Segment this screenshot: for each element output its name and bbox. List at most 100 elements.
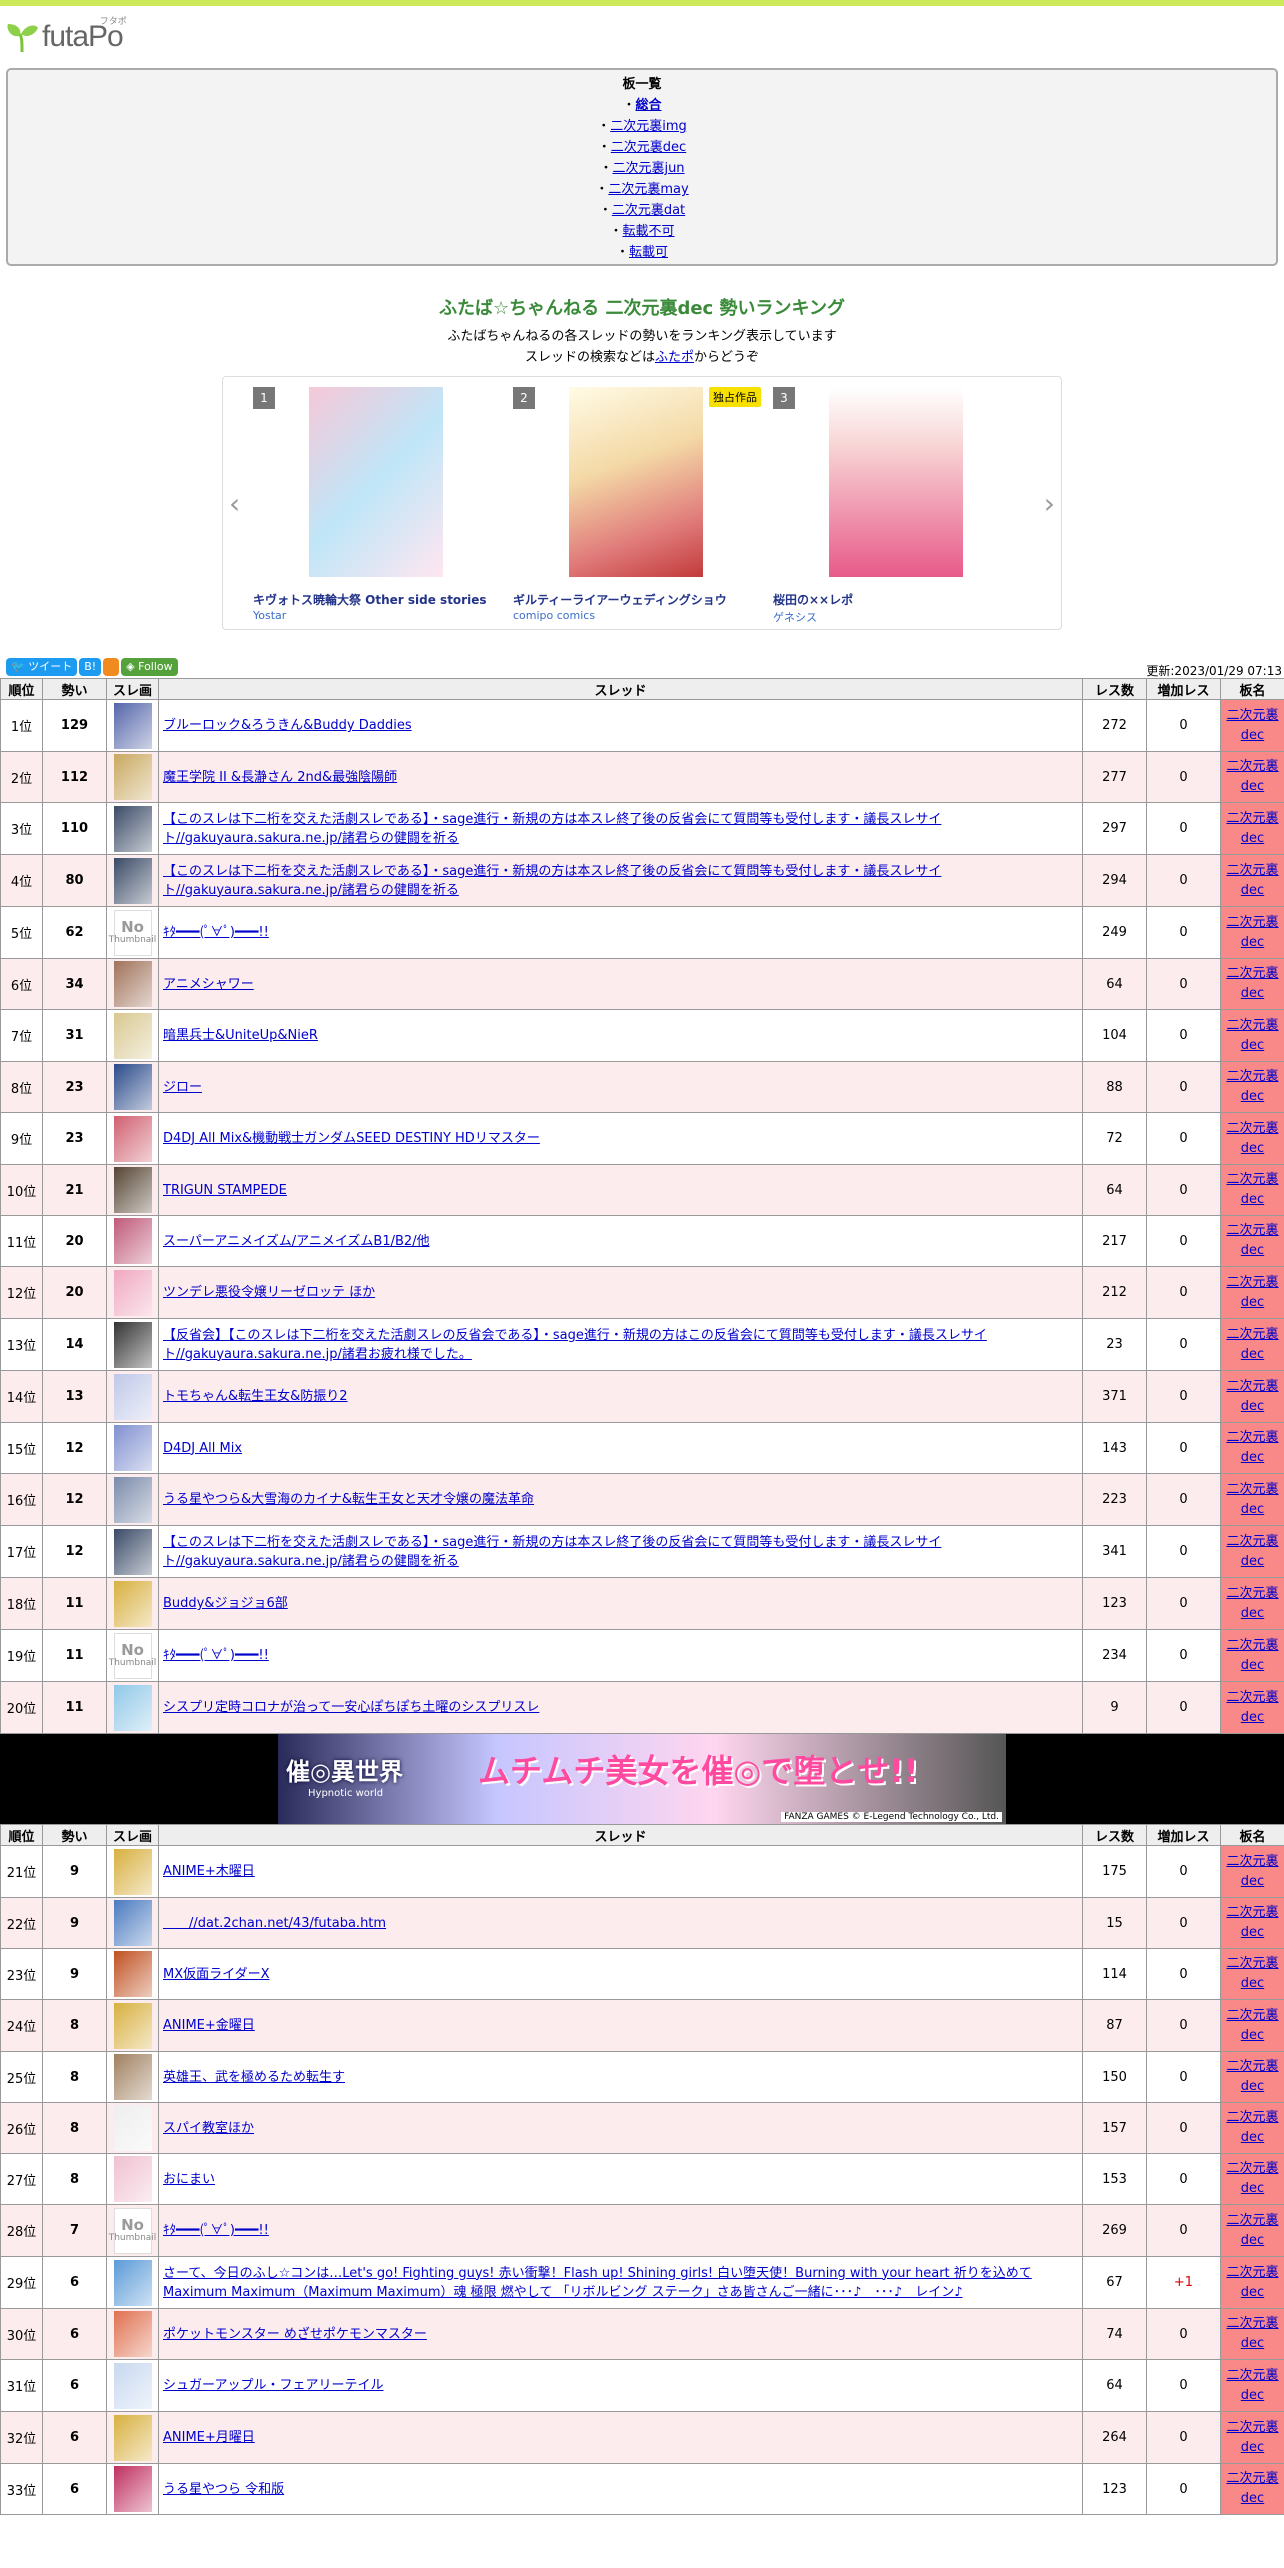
- thread-thumbnail[interactable]: [113, 1373, 152, 1420]
- thread-link[interactable]: 暗黒兵士&UniteUp&NieR: [163, 1028, 318, 1043]
- thumbnail-cell[interactable]: [106, 1422, 159, 1474]
- thread-thumbnail[interactable]: [113, 1321, 152, 1368]
- no-thumbnail-icon[interactable]: No Thumbnail: [109, 1632, 156, 1679]
- thread-thumbnail[interactable]: [113, 1528, 152, 1575]
- thumbnail-cell[interactable]: [106, 958, 159, 1010]
- board-link[interactable]: 二次元裏dec: [1226, 759, 1278, 794]
- thumbnail-cell[interactable]: [106, 1164, 159, 1216]
- thread-link[interactable]: さーて、今日のふし☆コンは…Let's go! Fighting guys! 赤…: [163, 2266, 1032, 2300]
- thread-thumbnail[interactable]: [113, 1580, 152, 1627]
- thread-thumbnail[interactable]: [113, 1848, 152, 1895]
- rss-icon[interactable]: [103, 658, 120, 676]
- thumbnail-cell[interactable]: [106, 1215, 159, 1267]
- board-link[interactable]: 二次元裏dec: [1226, 1275, 1278, 1310]
- board-link[interactable]: 二次元裏dec: [1226, 1121, 1278, 1156]
- thread-thumbnail[interactable]: [113, 2466, 152, 2512]
- thumbnail-cell[interactable]: [106, 1370, 159, 1423]
- board-link[interactable]: 二次元裏dec: [1226, 966, 1278, 1001]
- thread-thumbnail[interactable]: [113, 1167, 152, 1213]
- thumbnail-cell[interactable]: [106, 1681, 159, 1734]
- thumbnail-cell[interactable]: [106, 2359, 159, 2412]
- board-link[interactable]: 転載可: [629, 245, 668, 260]
- thumbnail-cell[interactable]: [106, 2463, 159, 2515]
- thread-thumbnail[interactable]: [113, 2414, 152, 2461]
- board-link[interactable]: 二次元裏img: [610, 119, 687, 134]
- site-logo[interactable]: futaPo フタポ: [0, 6, 1284, 68]
- thumbnail-cell[interactable]: [106, 854, 159, 907]
- board-link[interactable]: 二次元裏dec: [1226, 2161, 1278, 2196]
- thread-link[interactable]: 英雄王、武を極めるため転生す: [163, 2070, 345, 2085]
- thread-thumbnail[interactable]: [113, 1218, 152, 1264]
- thread-link[interactable]: ｷﾀ━━━(ﾟ∀ﾟ)━━━!!: [163, 1648, 269, 1663]
- board-link[interactable]: 二次元裏dec: [1226, 1223, 1278, 1258]
- board-link[interactable]: 二次元裏dec: [1226, 708, 1278, 743]
- thread-link[interactable]: ポケットモンスター めざせポケモンマスター: [163, 2327, 427, 2342]
- thumbnail-cell[interactable]: No Thumbnail: [106, 906, 159, 959]
- thread-link[interactable]: //dat.2chan.net/43/futaba.htm: [163, 1916, 386, 1931]
- thumbnail-cell[interactable]: [106, 2051, 159, 2103]
- thumbnail-cell[interactable]: [106, 2102, 159, 2154]
- board-link[interactable]: 二次元裏dec: [1226, 1018, 1278, 1053]
- thumbnail-cell[interactable]: [106, 1897, 159, 1949]
- thread-link[interactable]: おにまい: [163, 2172, 215, 2187]
- thread-link[interactable]: D4DJ All Mix&機動戦士ガンダムSEED DESTINY HDリマスタ…: [163, 1131, 540, 1146]
- thread-link[interactable]: 魔王学院 II &長瀞さん 2nd&最強陰陽師: [163, 770, 397, 785]
- thumbnail-cell[interactable]: No Thumbnail: [106, 1629, 159, 1682]
- thread-link[interactable]: トモちゃん&転生王女&防振り2: [163, 1389, 348, 1404]
- board-link[interactable]: 二次元裏dat: [612, 203, 685, 218]
- thread-thumbnail[interactable]: [113, 702, 152, 749]
- thread-link[interactable]: アニメシャワー: [163, 977, 254, 992]
- thread-link[interactable]: シュガーアップル・フェアリーテイル: [163, 2378, 383, 2393]
- thread-thumbnail[interactable]: [113, 2054, 152, 2100]
- thread-link[interactable]: ANIME+月曜日: [163, 2430, 255, 2445]
- thumbnail-cell[interactable]: [106, 2308, 159, 2360]
- feedly-follow-button[interactable]: ◈ Follow: [121, 658, 178, 676]
- next-arrow-icon[interactable]: ›: [1044, 487, 1055, 520]
- thread-thumbnail[interactable]: [113, 1900, 152, 1946]
- thumbnail-cell[interactable]: No Thumbnail: [106, 2204, 159, 2257]
- board-link[interactable]: 二次元裏dec: [1226, 1638, 1278, 1673]
- thread-thumbnail[interactable]: [113, 1476, 152, 1523]
- board-link[interactable]: 二次元裏dec: [1226, 2110, 1278, 2145]
- thumbnail-cell[interactable]: [106, 1577, 159, 1630]
- thumbnail-cell[interactable]: [106, 1318, 159, 1371]
- no-thumbnail-icon[interactable]: No Thumbnail: [109, 909, 156, 956]
- carousel-item[interactable]: 3 桜田の××レポ ゲネシス: [773, 387, 1013, 624]
- board-link[interactable]: 二次元裏dec: [1226, 1905, 1278, 1940]
- thumbnail-cell[interactable]: [106, 1525, 159, 1578]
- thread-link[interactable]: D4DJ All Mix: [163, 1441, 242, 1456]
- thread-link[interactable]: ANIME+木曜日: [163, 1864, 255, 1879]
- thread-link[interactable]: 【このスレは下二桁を交えた活劇スレである】・sage進行・新規の方は本スレ終了後…: [163, 812, 941, 846]
- thread-link[interactable]: 【このスレは下二桁を交えた活劇スレである】・sage進行・新規の方は本スレ終了後…: [163, 1535, 941, 1569]
- board-link[interactable]: 二次元裏dec: [1226, 1430, 1278, 1465]
- thread-link[interactable]: TRIGUN STAMPEDE: [163, 1183, 287, 1198]
- board-link[interactable]: 二次元裏jun: [612, 161, 684, 176]
- thread-thumbnail[interactable]: [113, 1012, 152, 1059]
- board-link[interactable]: 二次元裏dec: [1226, 2368, 1278, 2403]
- board-link[interactable]: 二次元裏dec: [1226, 1690, 1278, 1725]
- board-link[interactable]: 二次元裏dec: [1226, 1172, 1278, 1207]
- tweet-button[interactable]: 🐦 ツイート: [6, 658, 78, 676]
- thread-link[interactable]: スーパーアニメイズム/アニメイズムB1/B2/他: [163, 1234, 430, 1249]
- thread-link[interactable]: ｷﾀ━━━(ﾟ∀ﾟ)━━━!!: [163, 2223, 269, 2238]
- board-link[interactable]: 二次元裏dec: [1226, 2471, 1278, 2506]
- thread-link[interactable]: Buddy&ジョジョ6部: [163, 1596, 288, 1611]
- thumbnail-cell[interactable]: [106, 2153, 159, 2205]
- thread-thumbnail[interactable]: [113, 2311, 152, 2357]
- board-link[interactable]: 二次元裏dec: [1226, 2265, 1278, 2300]
- carousel-item[interactable]: 1 キヴォトス暁輪大祭 Other side stories Yostar: [253, 387, 493, 622]
- board-link[interactable]: 二次元裏may: [608, 182, 688, 197]
- ad-banner[interactable]: 催◎異世界 Hypnotic world ムチムチ美女を催◎で堕とせ!! FAN…: [0, 1734, 1284, 1824]
- hatena-bookmark-button[interactable]: B!: [79, 658, 102, 676]
- carousel-item[interactable]: 2 独占作品 ギルティーライアーウェディングショウ comipo comics: [513, 387, 761, 622]
- thread-thumbnail[interactable]: [113, 2002, 152, 2049]
- thumbnail-cell[interactable]: [106, 751, 159, 803]
- thread-link[interactable]: ジロー: [163, 1080, 202, 1095]
- thread-thumbnail[interactable]: [113, 1425, 152, 1471]
- thread-thumbnail[interactable]: [113, 805, 152, 852]
- thread-link[interactable]: ｷﾀ━━━(ﾟ∀ﾟ)━━━!!: [163, 925, 269, 940]
- thumbnail-cell[interactable]: [106, 1009, 159, 1062]
- prev-arrow-icon[interactable]: ‹: [229, 487, 240, 520]
- thread-thumbnail[interactable]: [113, 2156, 152, 2202]
- board-link[interactable]: 二次元裏dec: [1226, 1379, 1278, 1414]
